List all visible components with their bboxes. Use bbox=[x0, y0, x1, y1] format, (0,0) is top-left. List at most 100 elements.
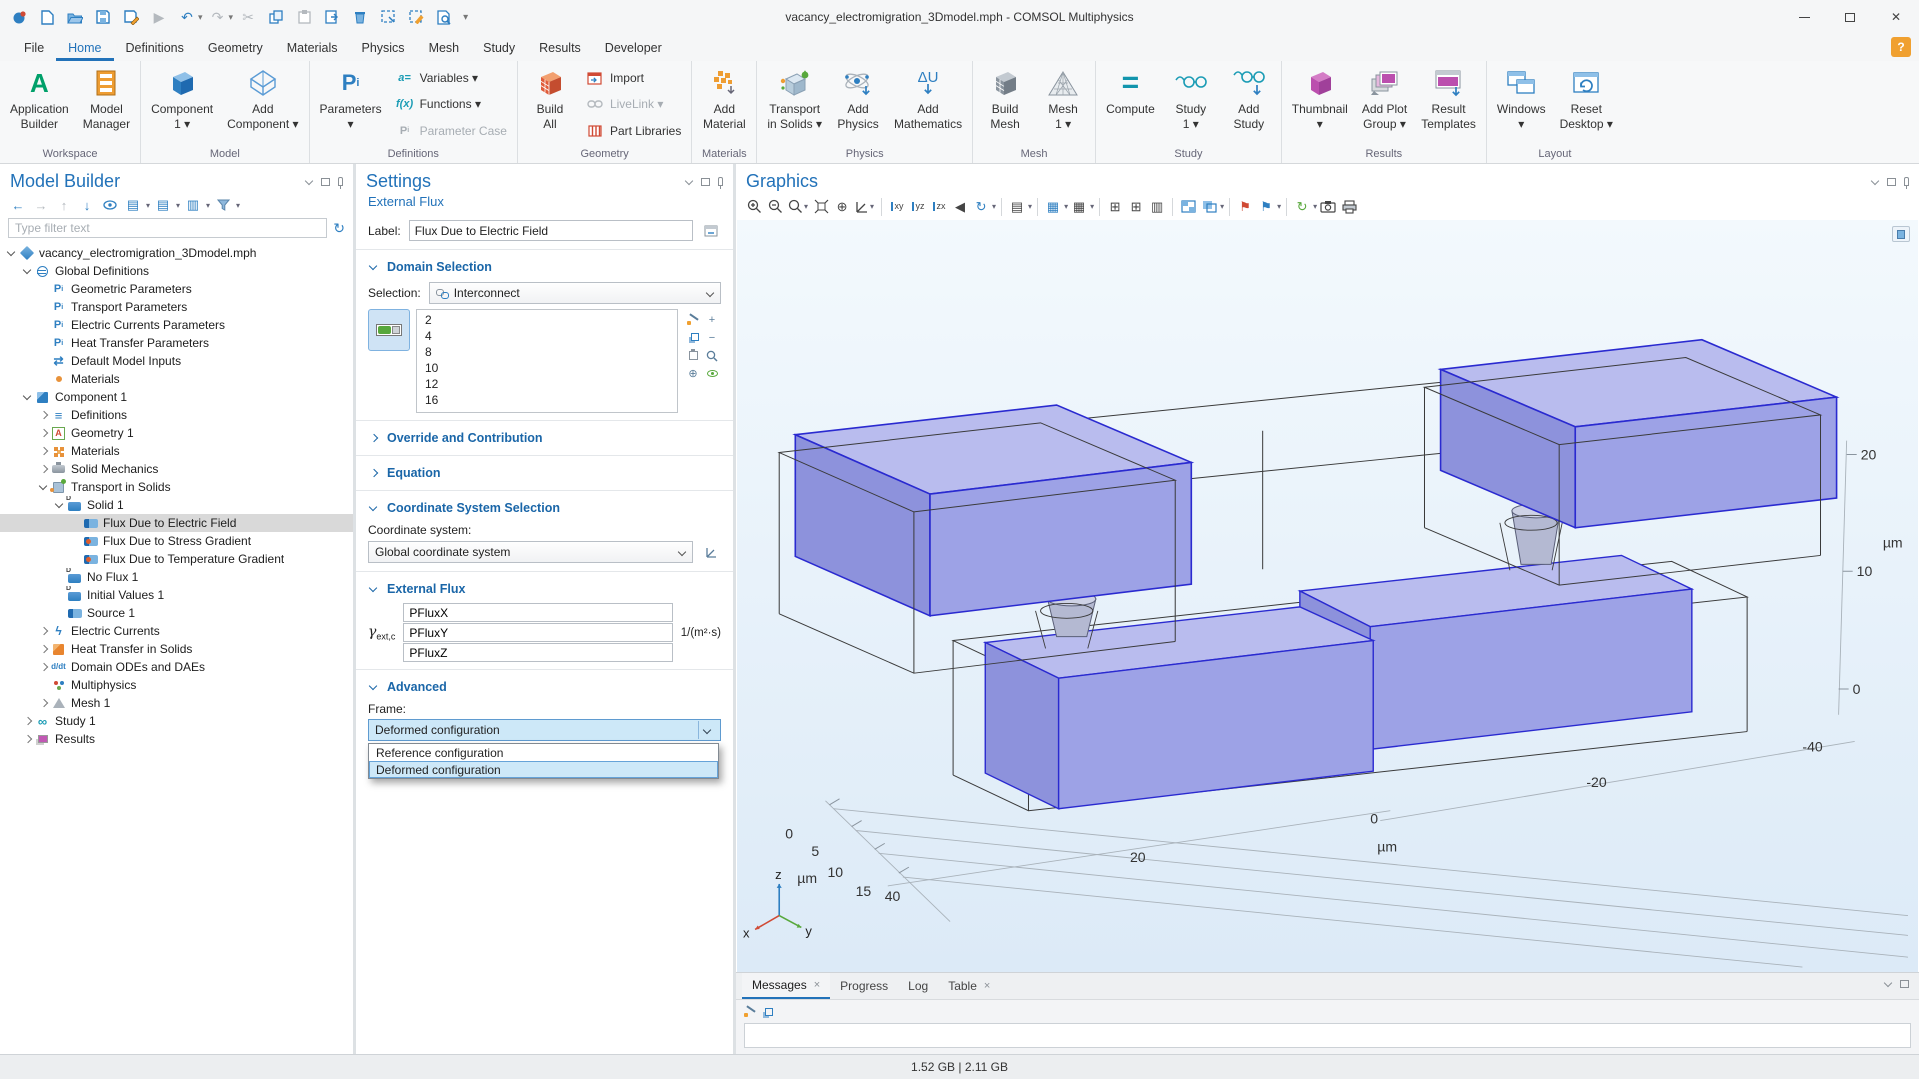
tree-item-electric-currents[interactable]: ϟElectric Currents bbox=[0, 622, 353, 640]
tree-item-transport-parameters[interactable]: PiTransport Parameters bbox=[0, 298, 353, 316]
snapshot-icon[interactable] bbox=[1318, 196, 1338, 217]
model-manager-button[interactable]: ModelManager bbox=[76, 62, 137, 147]
tree-item-results[interactable]: Results bbox=[0, 730, 353, 748]
section-external-flux[interactable]: External Flux bbox=[356, 577, 733, 601]
domain-item[interactable]: 10 bbox=[417, 360, 677, 376]
collapse-all-icon[interactable]: ▤ bbox=[123, 196, 143, 214]
tree-item-flux-stress-gradient[interactable]: Flux Due to Stress Gradient bbox=[0, 532, 353, 550]
build-all-button[interactable]: BuildAll bbox=[521, 62, 579, 147]
tree-item-domain-odes[interactable]: d/dtDomain ODEs and DAEs bbox=[0, 658, 353, 676]
zoom-out-icon[interactable] bbox=[765, 196, 785, 217]
component-1-button[interactable]: Component1 ▾ bbox=[144, 62, 220, 147]
study-1-button[interactable]: Study1 ▾ bbox=[1162, 62, 1220, 147]
show-hide-icon[interactable] bbox=[100, 196, 120, 214]
tree-item-flux-electric-field[interactable]: Flux Due to Electric Field bbox=[0, 514, 353, 532]
menu-developer[interactable]: Developer bbox=[593, 34, 674, 61]
graphics-pin-icon[interactable] bbox=[1904, 177, 1909, 186]
model-tree-nodes-icon[interactable]: ▥ bbox=[183, 196, 203, 214]
model-builder-pin-icon[interactable] bbox=[338, 177, 343, 186]
menu-file[interactable]: File bbox=[12, 34, 56, 61]
label-color-icon[interactable]: ⚑ bbox=[1256, 196, 1276, 217]
section-advanced[interactable]: Advanced bbox=[356, 675, 733, 699]
filter-chevron-icon[interactable]: ▾ bbox=[236, 201, 240, 210]
parameters-button[interactable]: Pi Parameters▾ bbox=[313, 62, 389, 147]
maximize-button[interactable] bbox=[1827, 0, 1873, 34]
domain-selection-list[interactable]: 2 4 8 10 12 16 bbox=[416, 309, 678, 413]
view-orientation-icon[interactable]: ▾ bbox=[853, 196, 876, 217]
tree-item-definitions[interactable]: ≡Definitions bbox=[0, 406, 353, 424]
rename-icon[interactable] bbox=[701, 221, 721, 241]
minimize-button[interactable] bbox=[1781, 0, 1827, 34]
view-yz-icon[interactable]: yz bbox=[908, 196, 928, 217]
create-coordinate-system-icon[interactable] bbox=[701, 542, 721, 562]
menu-study[interactable]: Study bbox=[471, 34, 527, 61]
refresh-icon[interactable]: ↻ bbox=[333, 220, 345, 237]
build-mesh-button[interactable]: BuildMesh bbox=[976, 62, 1034, 147]
result-templates-button[interactable]: ResultTemplates bbox=[1414, 62, 1483, 147]
tree-filter-input[interactable] bbox=[8, 218, 327, 238]
undo-button[interactable]: ↶ bbox=[174, 5, 200, 29]
tree-item-geometry-1[interactable]: AGeometry 1 bbox=[0, 424, 353, 442]
external-flux-y-input[interactable] bbox=[403, 623, 672, 642]
frame-option-reference[interactable]: Reference configuration bbox=[369, 744, 718, 761]
run-button[interactable]: ▶ bbox=[146, 5, 172, 29]
tree-item-geometric-parameters[interactable]: PiGeometric Parameters bbox=[0, 280, 353, 298]
menu-results[interactable]: Results bbox=[527, 34, 593, 61]
tree-item-materials-global[interactable]: Materials bbox=[0, 370, 353, 388]
zoom-to-selection-icon[interactable] bbox=[703, 347, 721, 364]
add-component-button[interactable]: AddComponent ▾ bbox=[220, 62, 305, 147]
filter-icon[interactable] bbox=[213, 196, 233, 214]
domain-item[interactable]: 16 bbox=[417, 392, 677, 408]
undo-dropdown-icon[interactable]: ▾ bbox=[198, 12, 203, 23]
delete-button[interactable] bbox=[347, 5, 373, 29]
customize-toolbar-icon[interactable]: ▾ bbox=[463, 12, 468, 23]
reset-desktop-button[interactable]: ResetDesktop ▾ bbox=[1553, 62, 1620, 147]
tree-item-source-1[interactable]: Source 1 bbox=[0, 604, 353, 622]
tree-item-solid-mechanics[interactable]: Solid Mechanics bbox=[0, 460, 353, 478]
transport-in-solids-button[interactable]: Transportin Solids ▾ bbox=[760, 62, 829, 147]
copy-messages-icon[interactable] bbox=[765, 1008, 773, 1016]
tree-move-down-icon[interactable]: ↓ bbox=[77, 196, 97, 214]
add-material-button[interactable]: AddMaterial bbox=[695, 62, 753, 147]
copy-button[interactable] bbox=[263, 5, 289, 29]
tree-item-materials[interactable]: Materials bbox=[0, 442, 353, 460]
rotate-view-icon[interactable]: ↻ bbox=[971, 196, 991, 217]
tree-item-mesh-1[interactable]: Mesh 1 bbox=[0, 694, 353, 712]
cut-button[interactable]: ✂ bbox=[235, 5, 261, 29]
frame-select[interactable]: Deformed configuration bbox=[368, 719, 721, 741]
tree-item-electric-currents-parameters[interactable]: PiElectric Currents Parameters bbox=[0, 316, 353, 334]
tree-move-up-icon[interactable]: ↑ bbox=[54, 196, 74, 214]
collapse-all-chevron-icon[interactable]: ▾ bbox=[146, 201, 150, 210]
section-domain-selection[interactable]: Domain Selection bbox=[356, 255, 733, 279]
close-icon[interactable]: × bbox=[814, 979, 820, 991]
redo-button[interactable]: ↷ bbox=[205, 5, 231, 29]
menu-geometry[interactable]: Geometry bbox=[196, 34, 275, 61]
tab-log[interactable]: Log bbox=[898, 973, 938, 999]
external-flux-z-input[interactable] bbox=[403, 643, 672, 662]
select-box-button[interactable] bbox=[375, 5, 401, 29]
expand-all-chevron-icon[interactable]: ▾ bbox=[176, 201, 180, 210]
graphics-menu-icon[interactable] bbox=[1871, 178, 1879, 186]
menu-definitions[interactable]: Definitions bbox=[114, 34, 196, 61]
add-to-selection-icon[interactable]: + bbox=[703, 311, 721, 328]
variables-button[interactable]: a= Variables ▾ bbox=[391, 70, 512, 86]
domain-item[interactable]: 4 bbox=[417, 328, 677, 344]
menu-mesh[interactable]: Mesh bbox=[417, 34, 472, 61]
add-mathematics-button[interactable]: ΔU AddMathematics bbox=[887, 62, 969, 147]
scene-nodes-icon[interactable]: ▤ bbox=[1007, 196, 1027, 217]
save-as-button[interactable] bbox=[118, 5, 144, 29]
view-selection-icon[interactable] bbox=[703, 365, 721, 382]
environment-reflections-icon[interactable]: ↻ bbox=[1292, 196, 1312, 217]
mesh-1-button[interactable]: Mesh1 ▾ bbox=[1034, 62, 1092, 147]
tree-item-solid-1[interactable]: Solid 1 bbox=[0, 496, 353, 514]
tree-item-heat-transfer-in-solids[interactable]: Heat Transfer in Solids bbox=[0, 640, 353, 658]
clear-messages-icon[interactable] bbox=[744, 1006, 756, 1018]
label-input[interactable] bbox=[409, 220, 693, 241]
messages-float-icon[interactable] bbox=[1900, 980, 1909, 988]
wireframe-icon[interactable] bbox=[1178, 196, 1198, 217]
tree-item-component-1[interactable]: Component 1 bbox=[0, 388, 353, 406]
show-grid-icon[interactable]: ⊞ bbox=[1105, 196, 1125, 217]
open-file-button[interactable] bbox=[62, 5, 88, 29]
help-icon[interactable]: ? bbox=[1891, 37, 1911, 57]
compute-button[interactable]: = Compute bbox=[1099, 62, 1162, 147]
